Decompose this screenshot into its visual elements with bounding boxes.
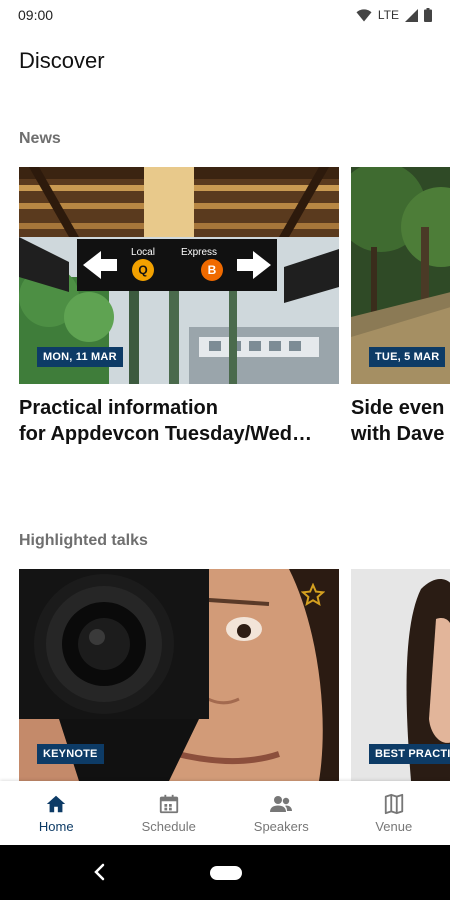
back-icon[interactable]: [90, 862, 110, 882]
sign-express-label: Express: [181, 247, 217, 258]
sign-local-letter: Q: [138, 263, 147, 277]
news-carousel[interactable]: Local Express Q B MON, 11 MAR Practical …: [0, 167, 450, 457]
nav-venue[interactable]: Venue: [338, 781, 450, 845]
news-card[interactable]: Local Express Q B MON, 11 MAR Practical …: [19, 167, 339, 447]
map-icon: [383, 793, 405, 815]
news-card-title: Practical information for Appdevcon Tues…: [19, 395, 339, 447]
talks-section-title: Highlighted talks: [19, 532, 148, 549]
nav-schedule[interactable]: Schedule: [113, 781, 226, 845]
system-navigation-bar: [0, 845, 450, 900]
talk-tag-badge: BEST PRACTIC: [369, 744, 450, 764]
calendar-icon: [158, 793, 180, 815]
page-title: Discover: [19, 48, 105, 73]
news-date-badge: MON, 11 MAR: [37, 347, 123, 367]
status-bar: 09:00 LTE: [0, 0, 450, 30]
news-date-badge: TUE, 5 MAR: [369, 347, 446, 367]
news-card-title-line2: with Dave: [351, 423, 445, 445]
talk-card[interactable]: BEST PRACTIC: [351, 569, 450, 781]
talk-tag-badge: KEYNOTE: [37, 744, 104, 764]
sign-local-label: Local: [131, 247, 155, 258]
battery-icon: [424, 8, 432, 22]
speaker-portrait-photo: BEST PRACTIC: [351, 569, 450, 781]
news-card-title-line2: for Appdevcon Tuesday/Wed…: [19, 423, 312, 445]
news-card-title-line1: Side even: [351, 397, 445, 419]
news-section-title: News: [19, 130, 61, 147]
status-icons: LTE: [356, 8, 432, 22]
home-pill-button[interactable]: [210, 866, 242, 880]
nav-schedule-label: Schedule: [141, 819, 196, 834]
nav-venue-label: Venue: [375, 819, 413, 834]
nav-home-label: Home: [38, 819, 74, 834]
network-label: LTE: [377, 8, 399, 22]
wifi-icon: [356, 8, 372, 22]
news-card-title-line1: Practical information: [19, 397, 218, 419]
status-time: 09:00: [18, 7, 54, 23]
news-card[interactable]: TUE, 5 MAR Side even with Dave: [351, 167, 450, 447]
star-outline-icon[interactable]: [300, 582, 326, 607]
subway-station-photo: Local Express Q B MON, 11 MAR: [19, 167, 339, 384]
nav-speakers[interactable]: Speakers: [225, 781, 338, 845]
nav-speakers-label: Speakers: [253, 819, 309, 834]
photographer-with-camera-photo: KEYNOTE: [19, 569, 339, 781]
home-icon: [45, 793, 67, 815]
news-card-title: Side even with Dave: [351, 395, 450, 447]
nav-home[interactable]: Home: [0, 781, 113, 845]
talk-card[interactable]: KEYNOTE: [19, 569, 339, 781]
talks-carousel[interactable]: KEYNOTE BEST PRACTIC: [0, 569, 450, 781]
bottom-navigation: Home Schedule Speakers Venue: [0, 781, 450, 845]
forest-path-photo: TUE, 5 MAR: [351, 167, 450, 384]
people-icon: [269, 793, 293, 815]
signal-icon: [405, 8, 418, 22]
sign-express-letter: B: [208, 263, 217, 277]
